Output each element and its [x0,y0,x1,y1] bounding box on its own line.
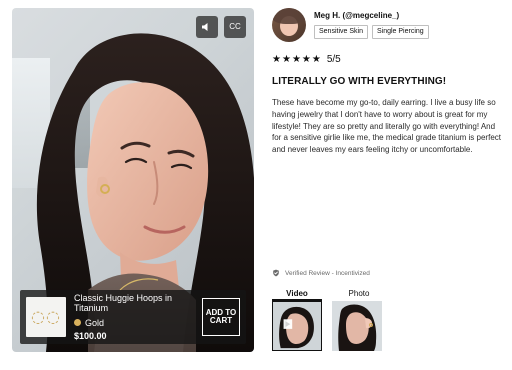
rating-row: ★ ★ ★ ★ ★ 5/5 [272,54,502,65]
captions-button[interactable]: CC [224,16,246,38]
product-thumbnail[interactable]: ◌◌ [26,297,66,337]
star-icon: ★ [272,53,281,65]
add-to-cart-button[interactable]: ADD TO CART [202,298,240,336]
reviewer-avatar [272,8,306,42]
star-icon: ★ [311,53,321,65]
review-title: LITERALLY GO WITH EVERYTHING! [272,76,447,87]
media-tabs: Video Photo [272,289,384,298]
cc-label: CC [229,22,241,31]
photo-thumbnail[interactable] [332,301,382,351]
video-thumbnail[interactable] [272,301,322,351]
hoops-icon: ◌◌ [31,307,61,326]
video-controls: CC [196,16,246,38]
rating-text: 5/5 [326,54,341,65]
review-tag-sensitive-skin: Sensitive Skin [314,25,368,39]
variant-row: Gold [74,318,194,328]
verified-text: Verified Review - Incentivized [285,269,370,277]
review-details: Meg H. (@megceline_) Sensitive Skin Sing… [272,8,502,156]
reviewer-meta: Meg H. (@megceline_) Sensitive Skin Sing… [314,8,429,39]
review-tag-single-piercing: Single Piercing [371,25,429,39]
review-tags: Sensitive Skin Single Piercing [314,25,429,39]
review-modal: CC ◌◌ Classic Huggie Hoops in Titanium G… [0,0,512,370]
review-video[interactable]: CC ◌◌ Classic Huggie Hoops in Titanium G… [12,8,254,352]
product-price: $100.00 [74,330,107,341]
media-thumbnails [272,301,382,351]
shield-check-icon [272,269,280,277]
mute-button[interactable] [196,16,218,38]
tab-video[interactable]: Video [272,289,322,298]
review-body: These have become my go-to, daily earrin… [272,98,501,154]
product-info: Classic Huggie Hoops in Titanium Gold $1… [74,293,194,341]
product-overlay: ◌◌ Classic Huggie Hoops in Titanium Gold… [20,290,246,344]
variant-label: Gold [85,317,105,328]
verified-review: Verified Review - Incentivized [272,269,370,277]
review-header: Meg H. (@megceline_) Sensitive Skin Sing… [272,8,502,42]
star-icon: ★ [301,53,311,65]
gold-swatch [74,319,81,327]
rating-stars: ★ ★ ★ ★ ★ [272,53,321,65]
star-icon: ★ [291,53,301,65]
product-name[interactable]: Classic Huggie Hoops in Titanium [74,293,194,313]
reviewer-name: Meg H. (@megceline_) [314,11,400,20]
tab-photo[interactable]: Photo [334,289,384,298]
speaker-icon [201,21,213,33]
star-icon: ★ [281,53,291,65]
